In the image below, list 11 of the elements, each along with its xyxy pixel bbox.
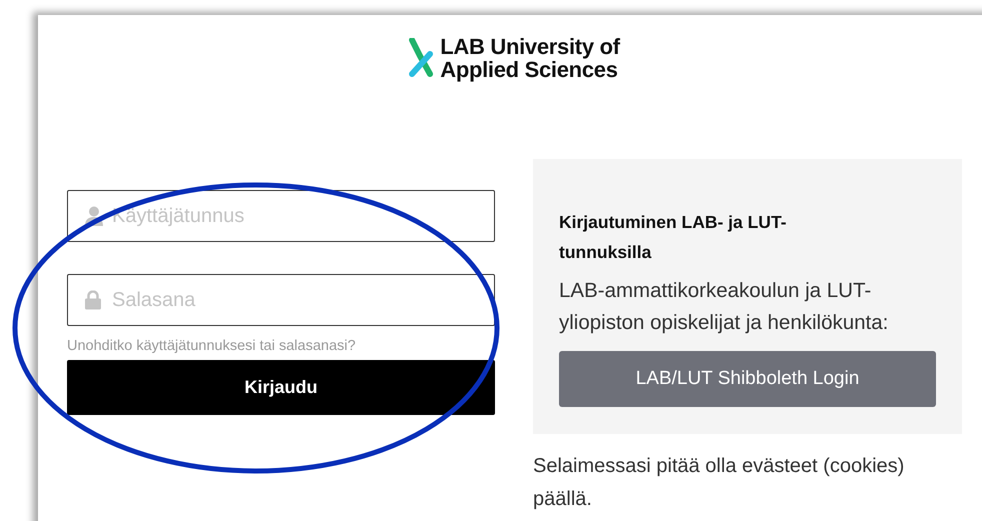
panel-text: LAB-ammattikorkeakoulun ja LUT-yliopiston opiskelijat ja henkilökunta:	[559, 278, 890, 336]
logo-icon	[408, 38, 434, 78]
password-field[interactable]: Salasana	[67, 274, 495, 326]
logo-text: Applied Sciences	[440, 58, 619, 81]
panel-heading: Kirjautuminen LAB- ja LUT-tunnuksilla	[559, 211, 788, 264]
cookie-notice: Selaimessasi pitää olla evästeet (cookies) päällä.	[533, 454, 906, 512]
username-field[interactable]: Käyttäjätunnus	[67, 190, 495, 242]
shibboleth-login-button[interactable]: LAB/LUT Shibboleth Login	[559, 351, 936, 407]
logo-text: LAB University of	[440, 35, 620, 58]
login-button[interactable]: Kirjaudu	[67, 360, 495, 415]
forgot-credentials-link[interactable]: Unohditko käyttäjätunnuksesi tai salasanasi?	[67, 338, 495, 354]
